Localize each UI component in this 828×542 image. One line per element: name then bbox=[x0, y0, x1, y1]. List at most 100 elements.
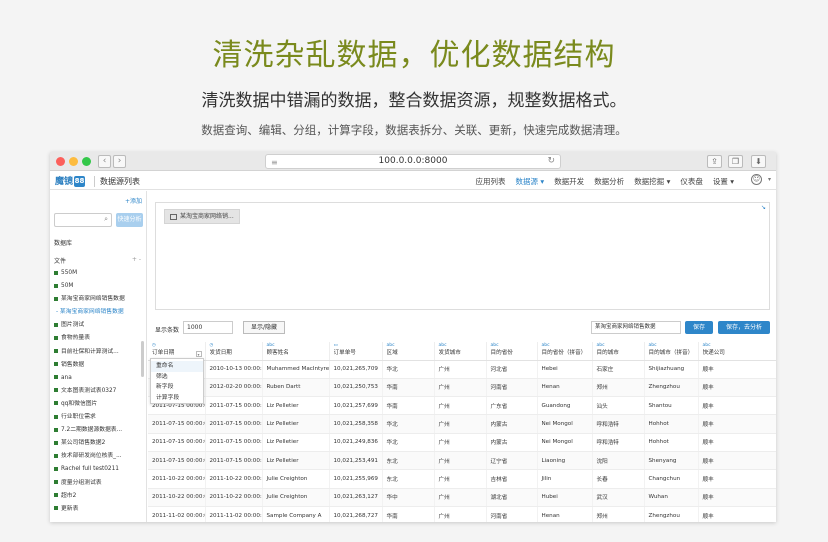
table-row[interactable]: 2011-07-15 00:00:002011-07-15 00:00:00Li… bbox=[148, 451, 776, 471]
sidebar-item-file[interactable]: 超市2 bbox=[54, 490, 144, 503]
column-header[interactable]: ▭ 订单单号 bbox=[329, 342, 383, 361]
table-cell[interactable]: 广东省 bbox=[486, 396, 538, 416]
table-cell[interactable]: 湖北省 bbox=[486, 488, 538, 507]
table-cell[interactable]: 石家庄 bbox=[592, 360, 645, 379]
maximize-window-dot[interactable] bbox=[82, 157, 91, 166]
table-cell[interactable]: Liz Pelletier bbox=[262, 414, 330, 434]
column-menu-item[interactable]: 重命名 bbox=[151, 361, 203, 372]
table-cell[interactable]: 呼和浩特 bbox=[592, 414, 645, 434]
table-cell[interactable]: Liaoning bbox=[537, 451, 593, 471]
sidebar-item-file[interactable]: 50M bbox=[54, 280, 144, 293]
table-cell[interactable]: Liz Pelletier bbox=[262, 396, 330, 416]
database-section-label[interactable]: 数据库 bbox=[54, 238, 72, 247]
table-cell[interactable]: 顺丰 bbox=[698, 414, 776, 434]
table-cell[interactable]: 顺丰 bbox=[698, 360, 776, 379]
table-cell[interactable]: 东北 bbox=[382, 469, 435, 489]
nav-mining[interactable]: 数据挖掘 ▾ bbox=[634, 176, 670, 187]
table-cell[interactable]: 华中 bbox=[382, 488, 435, 507]
table-cell[interactable]: Hubei bbox=[537, 488, 593, 507]
sidebar-item-file[interactable]: - 某淘宝商家网络销售数据 bbox=[54, 306, 144, 319]
table-cell[interactable]: 华北 bbox=[382, 360, 435, 379]
table-cell[interactable]: Zhengzhou bbox=[644, 506, 699, 522]
table-cell[interactable]: 华南 bbox=[382, 378, 435, 398]
sidebar-item-file[interactable]: 550M bbox=[54, 267, 144, 280]
table-cell[interactable]: 10,021,250,753 bbox=[329, 378, 383, 398]
table-cell[interactable]: 2012-02-20 00:00:00 bbox=[205, 378, 263, 398]
table-cell[interactable]: 顺丰 bbox=[698, 506, 776, 522]
nav-settings[interactable]: 设置 ▾ bbox=[713, 176, 734, 187]
download-icon[interactable]: ⬇ bbox=[751, 155, 766, 168]
table-cell[interactable]: 10,021,258,358 bbox=[329, 414, 383, 434]
file-section-label[interactable]: 文件 bbox=[54, 256, 66, 265]
table-cell[interactable]: Henan bbox=[537, 378, 593, 398]
chevron-down-icon[interactable]: ▾ bbox=[768, 176, 771, 183]
column-menu-item[interactable]: 计算字段 bbox=[151, 393, 203, 404]
table-cell[interactable]: Wuhan bbox=[644, 488, 699, 507]
column-header[interactable]: abc 发货城市 bbox=[434, 342, 487, 361]
forward-arrow-icon[interactable]: › bbox=[113, 155, 126, 168]
show-hide-button[interactable]: 显示/隐藏 bbox=[243, 321, 285, 334]
column-header[interactable]: abc 目的城市（拼音） bbox=[644, 342, 699, 361]
nav-datasource[interactable]: 数据源 ▾ bbox=[516, 176, 545, 187]
table-cell[interactable]: 2011-07-15 00:00:00 bbox=[205, 433, 263, 452]
app-logo[interactable]: 魔镜 88 bbox=[55, 174, 86, 187]
table-cell[interactable]: Julie Creighton bbox=[262, 469, 330, 489]
search-icon[interactable]: ⌕ bbox=[104, 215, 108, 224]
reader-icon[interactable]: ≡ bbox=[271, 156, 278, 169]
sidebar-item-file[interactable]: 度量分组测试表 bbox=[54, 477, 144, 490]
table-row[interactable]: 2011-10-22 00:00:002011-10-22 00:00:00Ju… bbox=[148, 469, 776, 489]
sidebar-item-file[interactable]: 更新表 bbox=[54, 503, 144, 516]
table-cell[interactable]: 武汉 bbox=[592, 488, 645, 507]
table-cell[interactable]: 华北 bbox=[382, 433, 435, 452]
table-cell[interactable]: 10,021,268,727 bbox=[329, 506, 383, 522]
table-cell[interactable]: 顺丰 bbox=[698, 396, 776, 416]
user-avatar-icon[interactable]: ☺ bbox=[751, 174, 762, 185]
table-cell[interactable]: Hohhot bbox=[644, 433, 699, 452]
sidebar-item-file[interactable]: 行业职位需求 bbox=[54, 411, 144, 424]
table-cell[interactable]: 广州 bbox=[434, 506, 487, 522]
nav-analysis[interactable]: 数据分析 bbox=[594, 176, 624, 187]
tabs-icon[interactable]: ❐ bbox=[728, 155, 743, 168]
table-cell[interactable]: 河北省 bbox=[486, 360, 538, 379]
table-cell[interactable]: 10,021,257,699 bbox=[329, 396, 383, 416]
add-datasource-link[interactable]: +添加 bbox=[125, 196, 142, 205]
table-cell[interactable]: 广州 bbox=[434, 378, 487, 398]
table-cell[interactable]: 华南 bbox=[382, 396, 435, 416]
table-cell[interactable]: 顺丰 bbox=[698, 451, 776, 471]
reload-icon[interactable]: ↻ bbox=[547, 155, 555, 168]
sidebar-item-file[interactable]: 某淘宝商家网络销售数据 bbox=[54, 293, 144, 306]
table-cell[interactable]: Hebei bbox=[537, 360, 593, 379]
sidebar-item-file[interactable]: 文本图表测试表0327 bbox=[54, 385, 144, 398]
table-cell[interactable]: 内蒙古 bbox=[486, 433, 538, 452]
sidebar-item-file[interactable]: 食物热量表 bbox=[54, 332, 144, 345]
address-bar[interactable]: ≡ 100.0.0.0:8000 ↻ bbox=[265, 154, 561, 169]
table-row[interactable]: 2011-10-22 00:00:002011-10-22 00:00:00Ju… bbox=[148, 488, 776, 507]
sidebar-item-file[interactable]: 图片测试 bbox=[54, 319, 144, 332]
table-cell[interactable]: 10,021,253,491 bbox=[329, 451, 383, 471]
table-cell[interactable]: 广州 bbox=[434, 414, 487, 434]
table-cell[interactable]: Liz Pelletier bbox=[262, 451, 330, 471]
table-cell[interactable]: Changchun bbox=[644, 469, 699, 489]
table-cell[interactable]: 河南省 bbox=[486, 378, 538, 398]
nav-dev[interactable]: 数据开发 bbox=[554, 176, 584, 187]
resize-corner-icon[interactable]: ↘ bbox=[761, 204, 766, 211]
table-cell[interactable]: Hohhot bbox=[644, 414, 699, 434]
sidebar-scrollbar[interactable] bbox=[141, 341, 144, 377]
table-cell[interactable]: 2011-07-15 00:00:00 bbox=[148, 451, 206, 471]
table-cell[interactable]: 10,021,265,709 bbox=[329, 360, 383, 379]
column-header[interactable]: abc 快递公司 bbox=[698, 342, 776, 361]
table-cell[interactable]: 2011-07-15 00:00:00 bbox=[148, 433, 206, 452]
table-row[interactable]: 2011-07-15 00:00:002011-07-15 00:00:00Li… bbox=[148, 433, 776, 452]
column-menu-item[interactable]: 筛选 bbox=[151, 372, 203, 383]
table-cell[interactable]: 2010-10-13 00:00:00 bbox=[205, 360, 263, 379]
column-menu-item[interactable]: 新字段 bbox=[151, 382, 203, 393]
table-cell[interactable]: 顺丰 bbox=[698, 433, 776, 452]
table-cell[interactable]: 广州 bbox=[434, 469, 487, 489]
save-and-analyze-button[interactable]: 保存，去分析 bbox=[718, 321, 770, 334]
back-arrow-icon[interactable]: ‹ bbox=[98, 155, 111, 168]
table-cell[interactable]: 2011-11-02 00:00:00 bbox=[148, 506, 206, 522]
table-cell[interactable]: Shijiazhuang bbox=[644, 360, 699, 379]
table-cell[interactable]: 辽宁省 bbox=[486, 451, 538, 471]
table-cell[interactable]: 10,021,263,127 bbox=[329, 488, 383, 507]
nav-dashboard[interactable]: 仪表盘 bbox=[680, 176, 703, 187]
